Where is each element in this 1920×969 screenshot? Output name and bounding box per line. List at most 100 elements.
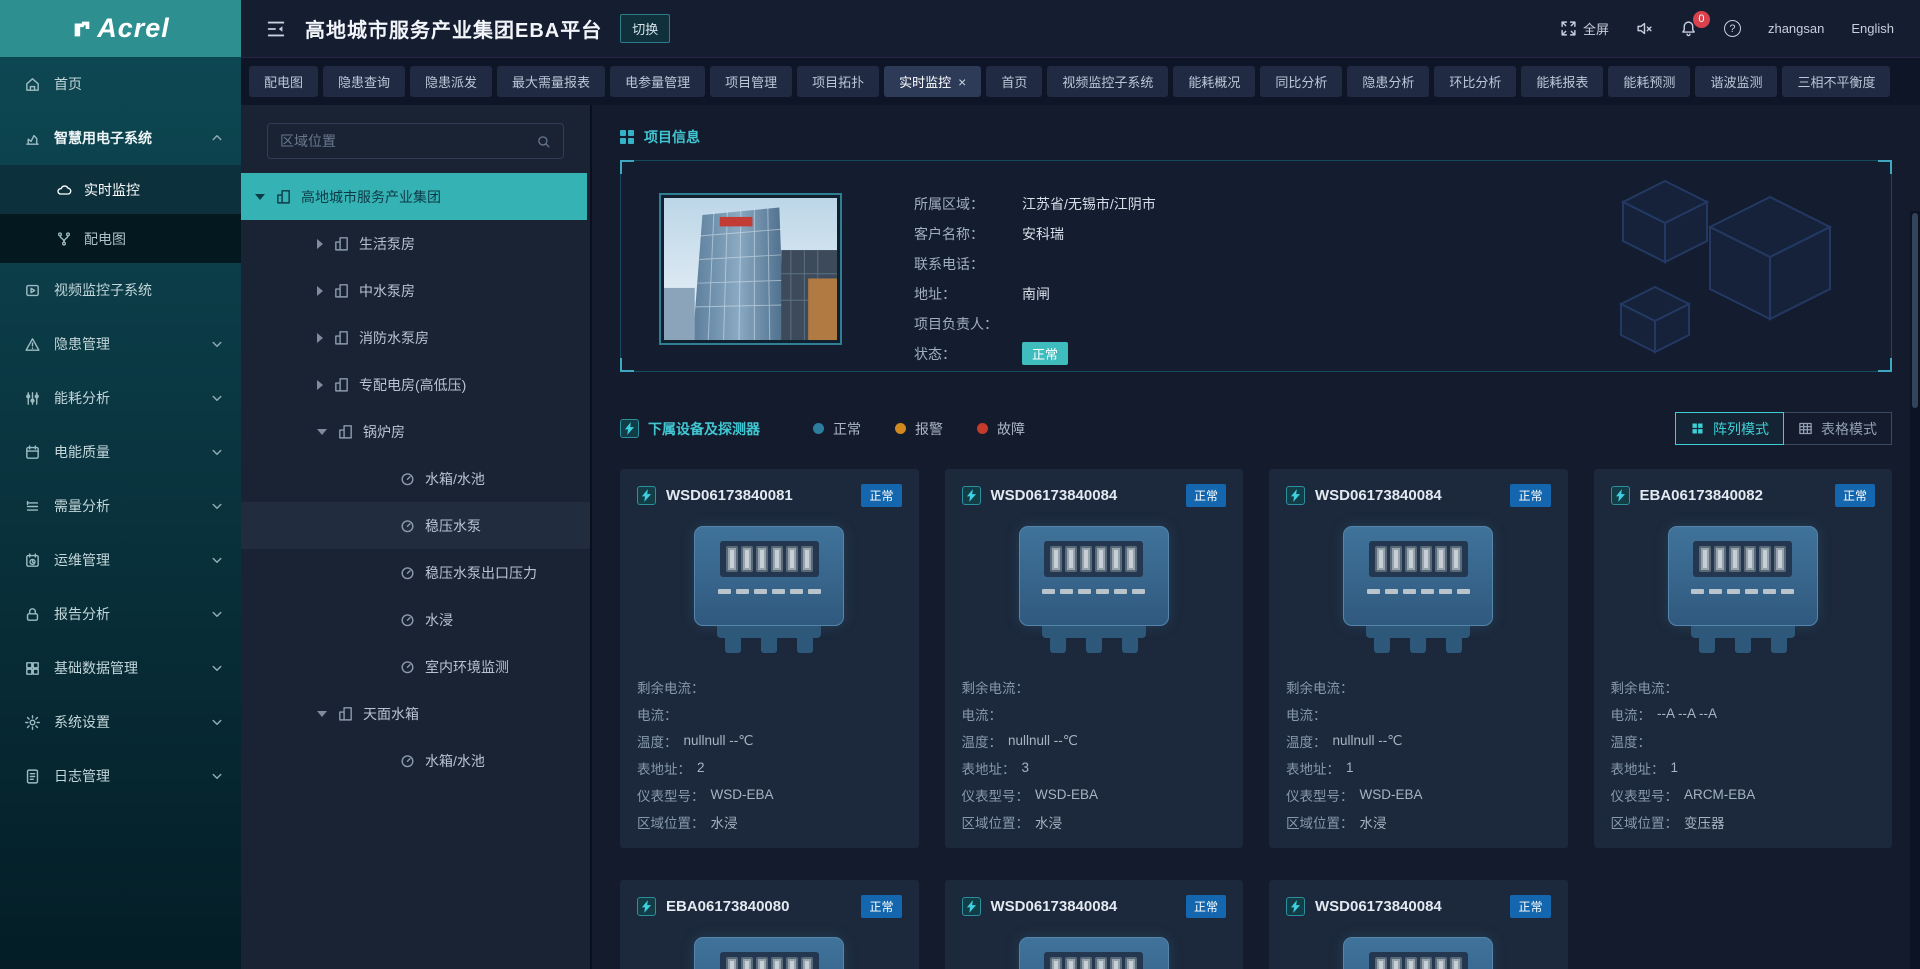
sidebar-item-demand-analysis[interactable]: 需量分析	[0, 479, 241, 533]
expand-icon[interactable]	[317, 333, 323, 343]
tab-yoy-analysis[interactable]: 同比分析	[1260, 66, 1342, 97]
tab-max-demand-report[interactable]: 最大需量报表	[497, 66, 605, 97]
tab-realtime-monitor[interactable]: 实时监控×	[884, 66, 981, 97]
sidebar-item-label: 能耗分析	[54, 388, 211, 408]
lock-icon	[24, 606, 41, 623]
tab-video-subsystem[interactable]: 视频监控子系统	[1047, 66, 1168, 97]
tab-hazard-analysis[interactable]: 隐患分析	[1347, 66, 1429, 97]
status-badge: 正常	[1022, 342, 1068, 365]
eba-platform-app: Acrel 高地城市服务产业集团EBA平台 切换 全屏 0 ? zhangsan…	[0, 0, 1920, 969]
button-label: 阵列模式	[1713, 419, 1769, 439]
gauge-icon	[399, 470, 416, 487]
expand-icon[interactable]	[317, 429, 327, 435]
tree-node-leaf[interactable]: 水箱/水池	[241, 455, 590, 502]
legend-alarm: 报警	[895, 419, 943, 439]
tab-project-topology[interactable]: 项目拓扑	[797, 66, 879, 97]
field-customer: 客户名称： 安科瑞	[914, 223, 1156, 244]
tree-node-leaf[interactable]: 水箱/水池	[241, 737, 590, 784]
button-label: 表格模式	[1821, 419, 1877, 439]
tab-energy-report[interactable]: 能耗报表	[1521, 66, 1603, 97]
tab-hazard-query[interactable]: 隐患查询	[323, 66, 405, 97]
device-card[interactable]: EBA06173840082 正常 剩余电流： 电流：--A --A --A 温…	[1594, 469, 1893, 848]
tree-node-leaf[interactable]: 稳压水泵	[241, 502, 590, 549]
tab-project-mgmt[interactable]: 项目管理	[710, 66, 792, 97]
expand-icon[interactable]	[317, 239, 323, 249]
sidebar-item-label: 智慧用电子系统	[54, 128, 211, 148]
database-icon	[24, 660, 41, 677]
tab-label: 谐波监测	[1710, 72, 1762, 91]
device-card[interactable]: WSD06173840084 正常	[945, 880, 1244, 969]
tree-node[interactable]: 专配电房(高低压)	[241, 361, 590, 408]
device-card[interactable]: WSD06173840084 正常 剩余电流： 电流： 温度：nullnull …	[945, 469, 1244, 848]
tab-hazard-dispatch[interactable]: 隐患派发	[410, 66, 492, 97]
device-icon	[962, 897, 981, 916]
sidebar-item-distribution-diagram[interactable]: 配电图	[0, 214, 241, 263]
tab-three-phase-unbalance[interactable]: 三相不平衡度	[1782, 66, 1890, 97]
table-mode-button[interactable]: 表格模式	[1783, 412, 1892, 445]
tab-distribution-diagram[interactable]: 配电图	[249, 66, 318, 97]
sidebar-item-realtime-monitor[interactable]: 实时监控	[0, 165, 241, 214]
notifications-button[interactable]: 0	[1680, 20, 1697, 37]
sidebar-item-hazard-mgmt[interactable]: 隐患管理	[0, 317, 241, 371]
building-icon	[333, 282, 350, 299]
tree-node-label: 中水泵房	[359, 281, 415, 301]
expand-icon[interactable]	[255, 194, 265, 200]
sidebar-item-video-monitor[interactable]: 视频监控子系统	[0, 263, 241, 317]
expand-icon[interactable]	[317, 286, 323, 296]
help-button[interactable]: ?	[1724, 20, 1741, 37]
device-card[interactable]: EBA06173840080 正常	[620, 880, 919, 969]
switch-project-button[interactable]: 切换	[620, 14, 670, 43]
sidebar-item-smart-electric[interactable]: 智慧用电子系统	[0, 111, 241, 165]
device-card[interactable]: WSD06173840084 正常 剩余电流： 电流： 温度：nullnull …	[1269, 469, 1568, 848]
sidebar-item-energy-analysis[interactable]: 能耗分析	[0, 371, 241, 425]
tree-node[interactable]: 消防水泵房	[241, 314, 590, 361]
field-label: 区域位置：	[1611, 812, 1679, 832]
tab-harmonic-monitor[interactable]: 谐波监测	[1695, 66, 1777, 97]
open-tabs-bar: 配电图 隐患查询 隐患派发 最大需量报表 电参量管理 项目管理 项目拓扑 实时监…	[241, 57, 1920, 105]
tab-mom-analysis[interactable]: 环比分析	[1434, 66, 1516, 97]
expand-icon[interactable]	[317, 711, 327, 717]
sidebar-item-report-analysis[interactable]: 报告分析	[0, 587, 241, 641]
field-value: 1	[1346, 760, 1354, 775]
tab-label: 电参量管理	[625, 72, 690, 91]
sidebar-item-home[interactable]: 首页	[0, 57, 241, 111]
search-input[interactable]	[280, 133, 536, 149]
tree-node-root[interactable]: 高地城市服务产业集团	[241, 173, 587, 220]
tree-node[interactable]: 锅炉房	[241, 408, 590, 455]
user-menu[interactable]: zhangsan	[1768, 21, 1824, 36]
device-card[interactable]: WSD06173840084 正常	[1269, 880, 1568, 969]
legend-normal: 正常	[813, 419, 861, 439]
tab-energy-overview[interactable]: 能耗概况	[1173, 66, 1255, 97]
sidebar-item-base-data-mgmt[interactable]: 基础数据管理	[0, 641, 241, 695]
tab-home[interactable]: 首页	[986, 66, 1042, 97]
array-mode-button[interactable]: 阵列模式	[1675, 412, 1784, 445]
sidebar-item-ops-mgmt[interactable]: 运维管理	[0, 533, 241, 587]
field-value: ARCM-EBA	[1684, 787, 1755, 802]
tree-node[interactable]: 生活泵房	[241, 220, 590, 267]
sidebar-item-system-settings[interactable]: 系统设置	[0, 695, 241, 749]
tree-node-leaf[interactable]: 水浸	[241, 596, 590, 643]
language-switch[interactable]: English	[1851, 21, 1894, 36]
menu-fold-icon[interactable]	[265, 18, 287, 40]
mute-button[interactable]	[1636, 20, 1653, 37]
meter-illustration	[962, 926, 1227, 969]
building-icon	[333, 329, 350, 346]
sidebar-item-log-mgmt[interactable]: 日志管理	[0, 749, 241, 803]
tab-electric-params[interactable]: 电参量管理	[610, 66, 705, 97]
tree-node[interactable]: 天面水箱	[241, 690, 590, 737]
device-card[interactable]: WSD06173840081 正常 剩余电流： 电流： 温度：nullnull …	[620, 469, 919, 848]
vertical-scrollbar[interactable]	[1910, 211, 1920, 969]
search-icon[interactable]	[536, 134, 551, 149]
field-address: 地址： 南闸	[914, 283, 1156, 304]
tab-energy-forecast[interactable]: 能耗预测	[1608, 66, 1690, 97]
tree-node-leaf[interactable]: 室内环境监测	[241, 643, 590, 690]
tree-node[interactable]: 中水泵房	[241, 267, 590, 314]
close-icon[interactable]: ×	[958, 75, 966, 89]
field-label: 仪表型号：	[1286, 785, 1354, 805]
field-value: nullnull --℃	[684, 733, 754, 749]
tree-node-leaf[interactable]: 稳压水泵出口压力	[241, 549, 590, 596]
expand-icon[interactable]	[317, 380, 323, 390]
fullscreen-button[interactable]: 全屏	[1560, 19, 1609, 38]
sidebar-item-power-quality[interactable]: 电能质量	[0, 425, 241, 479]
scrollbar-thumb[interactable]	[1912, 213, 1918, 408]
